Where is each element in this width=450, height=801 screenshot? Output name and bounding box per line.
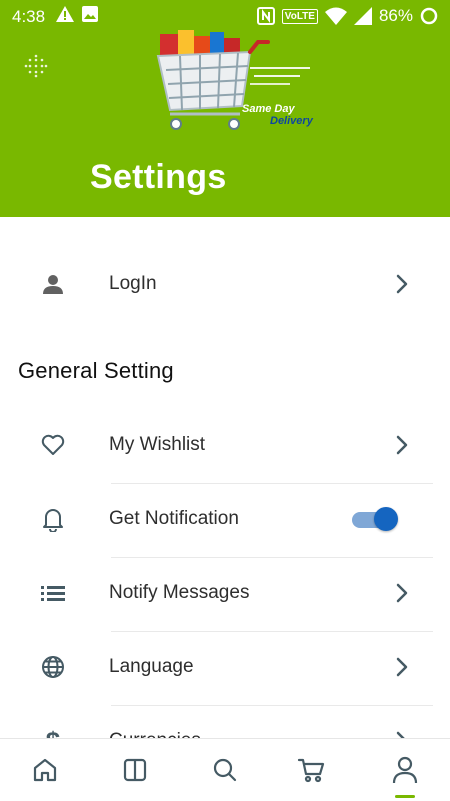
section-title-general: General Setting [18,358,174,383]
settings-item-notification: Get Notification [0,482,450,556]
bottom-navigation [0,738,450,801]
nav-search[interactable] [208,753,242,787]
settings-item-wishlist[interactable]: My Wishlist [0,408,450,482]
image-icon [82,6,98,22]
person-icon [38,269,68,299]
home-icon [33,758,57,782]
page-title: Settings [90,158,227,196]
nav-categories[interactable] [118,753,152,787]
chevron-right-icon [396,274,408,294]
logo-tagline-1: Same Day [242,103,295,115]
active-tab-indicator [395,795,415,798]
list-icon [38,578,68,608]
signal-icon [353,7,372,25]
login-row[interactable]: LogIn [0,247,450,321]
heart-icon [38,430,68,460]
categories-icon [123,758,147,782]
dots-grid-icon [24,54,48,78]
wishlist-label: My Wishlist [109,434,206,455]
cart-icon [297,758,325,783]
notify-messages-label: Notify Messages [109,582,250,603]
warning-icon [56,6,74,22]
settings-item-notify-messages[interactable]: Notify Messages [0,556,450,630]
logo-tagline-2: Delivery [270,115,314,127]
settings-item-language[interactable]: Language [0,630,450,704]
app-logo: Same Day Delivery [150,26,320,143]
status-time: 4:38 [12,7,46,26]
wifi-icon [324,7,347,25]
bell-icon [38,504,68,534]
battery-percent: 86% [378,6,413,25]
search-icon [213,758,237,782]
nav-cart[interactable] [294,753,328,787]
volte-badge: VoLTE [281,8,318,24]
profile-icon [392,756,418,784]
notification-label: Get Notification [109,508,239,529]
app-header: 4:38 VoLTE 86% Same Day Delivery Setting… [0,0,450,217]
nfc-icon [256,7,275,25]
nav-home[interactable] [28,753,62,787]
nav-profile[interactable] [388,753,422,787]
globe-icon [38,652,68,682]
language-label: Language [109,656,194,677]
chevron-right-icon [396,583,408,603]
notification-toggle[interactable] [352,506,398,532]
battery-ring-icon [420,7,438,25]
chevron-right-icon [396,435,408,455]
login-label: LogIn [109,273,157,294]
chevron-right-icon [396,657,408,677]
